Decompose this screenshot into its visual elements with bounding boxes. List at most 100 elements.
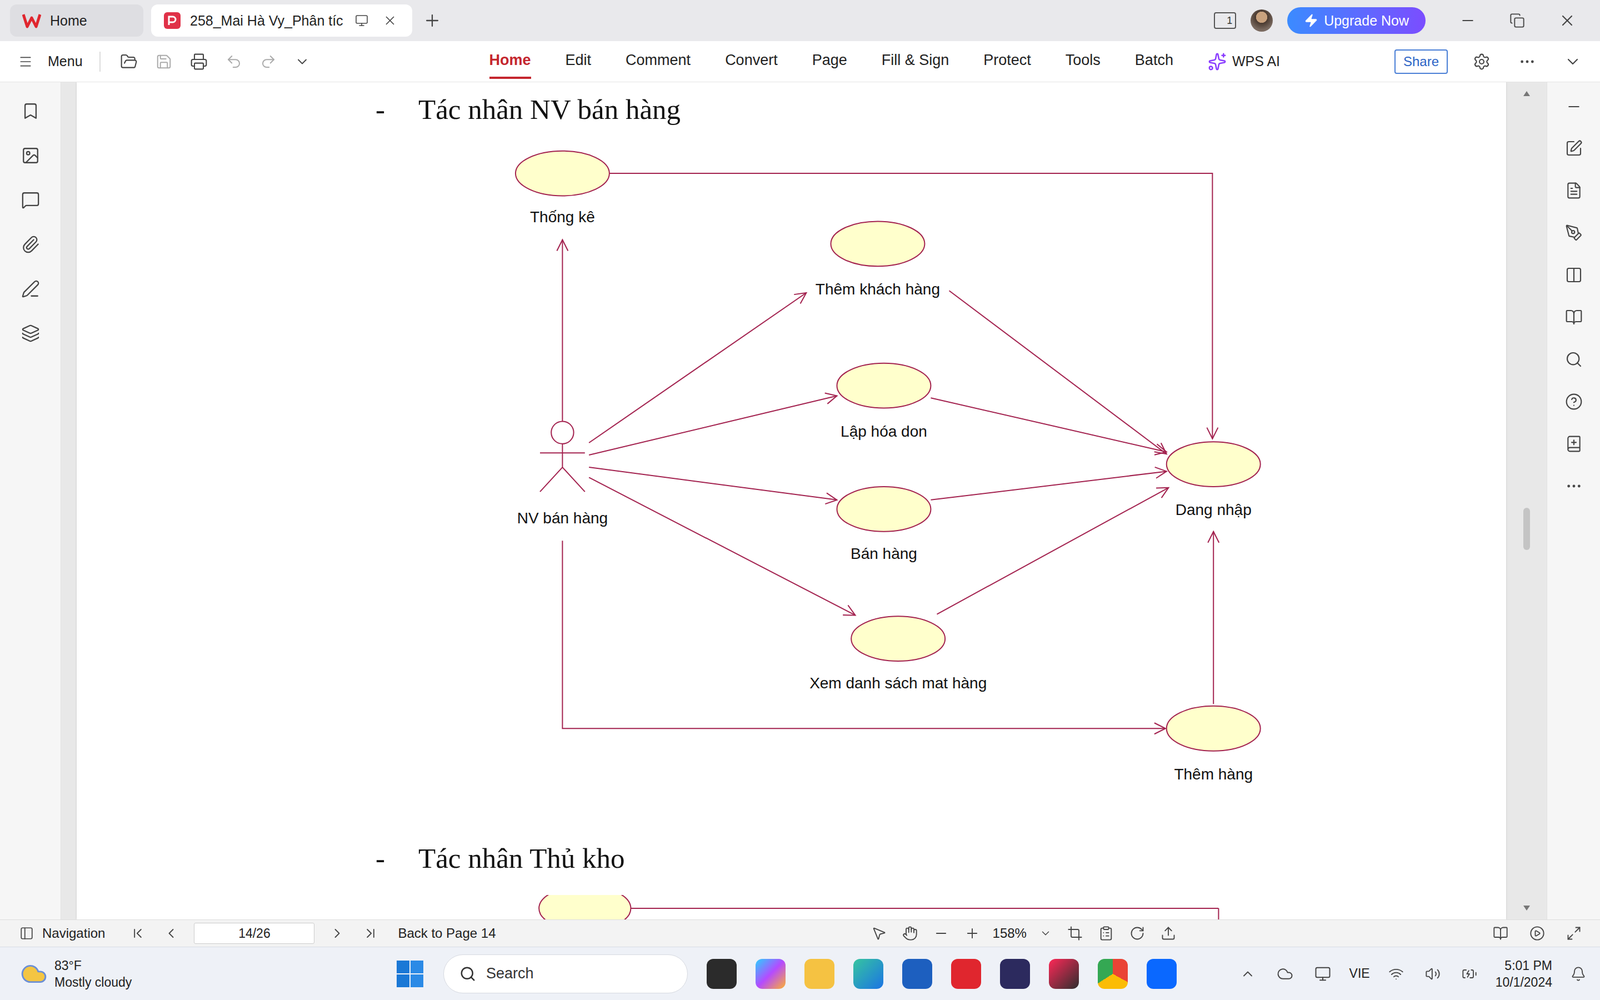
add-book-icon[interactable] (1562, 432, 1586, 456)
navigation-icon[interactable] (16, 923, 37, 944)
intellij-icon[interactable] (1048, 958, 1079, 989)
redo-icon[interactable] (257, 50, 280, 73)
display-icon[interactable] (1311, 962, 1334, 985)
hidden-icons-icon[interactable] (1237, 963, 1259, 985)
restore-icon[interactable] (1506, 10, 1528, 32)
ribbon-tab[interactable]: Tools (1065, 43, 1101, 79)
ribbon-tab[interactable]: Comment (625, 43, 691, 79)
layers-icon[interactable] (18, 321, 43, 346)
hamburger-icon[interactable] (15, 51, 36, 72)
input-language[interactable]: VIE (1349, 966, 1370, 982)
document-info-icon[interactable] (1562, 178, 1586, 203)
ribbon-tab[interactable]: Edit (565, 43, 592, 79)
previous-page-icon[interactable] (160, 922, 182, 944)
clock[interactable]: 5:01 PM10/1/2024 (1495, 957, 1553, 991)
comment-icon[interactable] (18, 187, 43, 213)
more-icon[interactable] (1562, 474, 1586, 498)
document-tab[interactable]: Home (10, 4, 144, 37)
ribbon-tab[interactable]: Home (489, 43, 532, 79)
zoom-menu-icon[interactable] (1036, 924, 1055, 943)
export-icon[interactable] (1157, 922, 1179, 944)
page-number-field[interactable]: 14/26 (193, 922, 315, 944)
ribbon-tab[interactable]: Fill & Sign (881, 43, 950, 79)
close-tab-icon[interactable] (380, 10, 400, 31)
scroll-thumb[interactable] (1523, 507, 1530, 550)
weather-icon (20, 960, 48, 988)
menu-button[interactable]: Menu (47, 53, 83, 70)
zoom-level[interactable]: 158% (992, 925, 1027, 942)
rotate-icon[interactable] (1126, 922, 1148, 944)
ribbon-tab[interactable]: Convert (725, 43, 778, 79)
print-icon[interactable] (187, 50, 211, 74)
use-case-label: Thêm khách hàng (815, 280, 940, 299)
weather-widget[interactable]: 83°FMostly cloudy (20, 957, 396, 991)
bookmark-icon[interactable] (18, 98, 43, 124)
read-mode-icon[interactable] (1490, 922, 1512, 944)
settings-icon[interactable] (1470, 50, 1494, 74)
open-folder-icon[interactable] (117, 50, 141, 74)
zoom-out-icon[interactable] (930, 922, 952, 944)
notifications-icon[interactable] (1567, 963, 1589, 985)
collapse-icon[interactable] (1561, 50, 1585, 74)
taskbar-search[interactable]: Search (443, 954, 688, 994)
battery-icon[interactable] (1458, 963, 1480, 985)
zoom-in-icon[interactable] (961, 922, 983, 944)
attachment-icon[interactable] (18, 232, 43, 257)
file-explorer-icon[interactable] (804, 958, 835, 989)
window-count[interactable]: 1 (1213, 12, 1237, 29)
wps-ai-button[interactable]: WPS AI (1207, 52, 1280, 72)
onedrive-icon[interactable] (1273, 962, 1297, 985)
upgrade-button[interactable]: Upgrade Now (1287, 7, 1426, 34)
save-icon[interactable] (152, 50, 175, 73)
screen-icon[interactable] (352, 11, 372, 30)
fit-page-icon[interactable] (1064, 922, 1086, 944)
document-tab[interactable]: 258_Mai Hà Vy_Phân tích thiết (151, 4, 413, 37)
fullscreen-icon[interactable] (1563, 922, 1585, 944)
share-button[interactable]: Share (1394, 49, 1448, 74)
signature-icon[interactable] (18, 276, 43, 302)
next-page-icon[interactable] (326, 922, 348, 944)
chrome-icon[interactable] (1097, 958, 1128, 989)
pen-icon[interactable] (1562, 221, 1586, 245)
thumbnail-icon[interactable] (18, 143, 43, 168)
view-mode-icon[interactable] (1095, 922, 1117, 944)
collapse-panel-icon[interactable] (1562, 95, 1585, 118)
store-icon[interactable] (902, 958, 933, 989)
eclipse-icon[interactable] (1000, 958, 1030, 989)
edit-icon[interactable] (1562, 136, 1586, 160)
play-icon[interactable] (1526, 922, 1548, 944)
new-tab-icon[interactable] (420, 8, 445, 33)
ribbon-tab[interactable]: Page (812, 43, 848, 79)
edge-icon[interactable] (853, 958, 884, 989)
copilot-icon[interactable] (755, 958, 786, 989)
reader-icon[interactable] (1562, 305, 1586, 329)
back-to-page-link[interactable]: Back to Page 14 (397, 925, 496, 942)
ribbon-tab[interactable]: Batch (1135, 43, 1174, 79)
minimize-icon[interactable] (1456, 9, 1479, 32)
scroll-up-icon[interactable] (1522, 90, 1531, 97)
select-tool-icon[interactable] (868, 922, 890, 944)
task-view-icon[interactable] (706, 958, 737, 989)
more-options-icon[interactable] (1515, 50, 1539, 74)
help-icon[interactable] (1562, 390, 1586, 414)
hand-tool-icon[interactable] (899, 922, 921, 944)
scrollbar[interactable] (1506, 82, 1547, 920)
close-window-icon[interactable] (1555, 8, 1579, 33)
undo-icon[interactable] (222, 50, 245, 73)
ribbon-tab[interactable]: Protect (983, 43, 1032, 79)
section-heading: -Tác nhân Thủ kho (76, 841, 1507, 875)
user-avatar-icon[interactable] (1250, 9, 1273, 32)
windows-start-icon[interactable] (395, 959, 425, 989)
last-page-icon[interactable] (360, 922, 382, 944)
zalo-icon[interactable] (1146, 958, 1177, 989)
wifi-icon[interactable] (1385, 963, 1407, 985)
actor-icon (540, 421, 585, 492)
wps-app-icon[interactable] (951, 958, 982, 989)
volume-icon[interactable] (1422, 963, 1444, 985)
more-icon[interactable] (291, 51, 313, 73)
compare-icon[interactable] (1562, 263, 1586, 287)
navigation-toggle[interactable]: Navigation (42, 925, 105, 942)
first-page-icon[interactable] (127, 922, 149, 944)
scroll-down-icon[interactable] (1522, 905, 1531, 912)
search-icon[interactable] (1562, 347, 1586, 372)
